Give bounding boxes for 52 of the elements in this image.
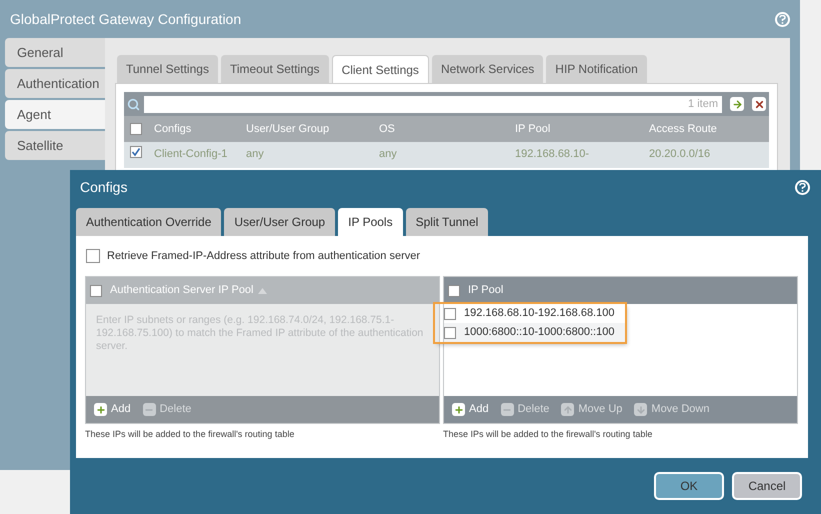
sidebar-tab[interactable]: Agent [5, 100, 105, 129]
tab[interactable]: Split Tunnel [406, 208, 488, 236]
table-cell-text: 1000:6800::10-1000:6800::100 [464, 325, 614, 340]
minus-icon [500, 403, 514, 416]
checkbox[interactable] [90, 284, 102, 296]
tab[interactable]: Client Settings [332, 55, 429, 83]
column-header: Configs [153, 122, 192, 137]
toolbar-button[interactable]: Add [94, 401, 131, 418]
table-cell-text: 192.168.68.10- [514, 147, 590, 162]
table-cell-text: 20.20.0.0/16 [648, 147, 712, 162]
sidebar-tab[interactable]: Authentication [5, 69, 105, 98]
column-header: OS [378, 122, 396, 137]
sort-icon [258, 288, 266, 294]
note-text: These IPs will be added to the firewall's routing table [85, 428, 296, 441]
tab[interactable]: IP Pools [338, 208, 403, 236]
sidebar-tab[interactable]: Satellite [5, 131, 105, 160]
column-header: IP Pool [468, 283, 504, 298]
checkbox[interactable] [130, 146, 142, 158]
apply-filter-icon[interactable] [730, 97, 744, 111]
dialog-title: Configs [80, 178, 128, 197]
cancel-button[interactable]: Cancel [732, 472, 802, 500]
tab[interactable]: Authentication Override [76, 208, 222, 236]
minus-icon [142, 403, 156, 416]
checkbox[interactable] [86, 249, 100, 263]
search-icon [127, 98, 140, 110]
plus-icon [94, 403, 107, 416]
plus-icon [452, 403, 465, 416]
tab[interactable]: Network Services [432, 55, 544, 83]
tab[interactable]: Tunnel Settings [117, 55, 218, 83]
tab[interactable]: User/User Group [224, 208, 336, 236]
column-header: User/User Group [245, 122, 330, 137]
checkbox[interactable] [130, 123, 142, 135]
help-icon[interactable] [795, 180, 810, 194]
table-cell-text: any [245, 147, 265, 162]
tab[interactable]: Timeout Settings [220, 55, 329, 83]
toolbar-button[interactable]: Add [452, 401, 489, 418]
window-title: GlobalProtect Gateway Configuration [10, 10, 242, 29]
checkbox[interactable] [444, 308, 456, 320]
checkbox-label: Retrieve Framed-IP-Address attribute from authentication server [107, 248, 420, 264]
checkbox[interactable] [448, 284, 460, 296]
column-header: IP Pool [514, 122, 552, 137]
table-cell-text: 192.168.68.10-192.168.68.100 [464, 306, 614, 322]
sidebar-tab[interactable]: General [5, 38, 105, 67]
clear-filter-icon[interactable] [752, 97, 766, 111]
ok-button[interactable]: OK [654, 472, 724, 500]
note-text: These IPs will be added to the firewall's routing table [443, 428, 654, 441]
table-cell-text: Client-Config-1 [153, 147, 228, 162]
tab[interactable]: HIP Notification [546, 55, 647, 83]
help-icon[interactable] [775, 12, 790, 26]
checkbox[interactable] [444, 326, 456, 338]
table-cell-text: any [378, 147, 398, 162]
column-header: Access Route [648, 122, 718, 137]
